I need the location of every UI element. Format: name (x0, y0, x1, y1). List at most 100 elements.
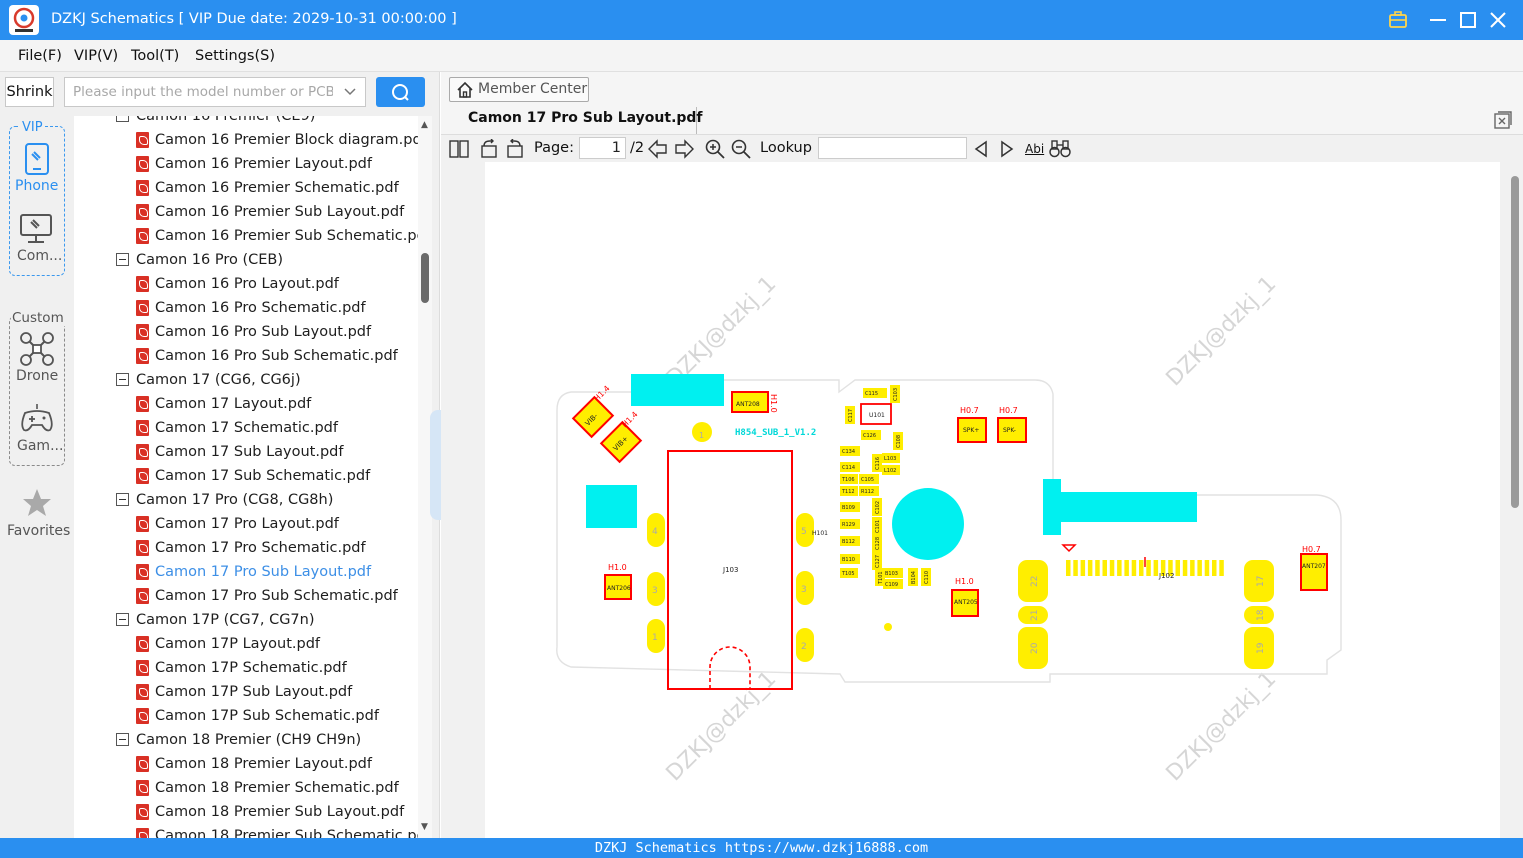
viewer-scroll-thumb[interactable] (1511, 176, 1519, 508)
document-tab[interactable]: Camon 17 Pro Sub Layout.pdf (451, 107, 703, 134)
component-label: C105 (861, 477, 874, 483)
match-case-icon[interactable]: Abi (1025, 142, 1044, 156)
page-total: /2 (630, 140, 645, 156)
phone-icon[interactable] (23, 142, 51, 176)
close-tab-icon[interactable] (1494, 111, 1512, 129)
pdf-file-icon (136, 660, 149, 676)
computer-icon[interactable] (19, 213, 53, 245)
gamepad-icon[interactable] (19, 403, 55, 435)
collapse-toggle-icon[interactable] (116, 733, 129, 746)
spk-plus-label: SPK+ (963, 427, 979, 434)
close-button[interactable] (1486, 8, 1510, 32)
collapse-toggle-icon[interactable] (116, 253, 129, 266)
fpc-pin (1219, 560, 1224, 576)
drone-icon[interactable] (19, 331, 55, 367)
pdf-file-icon (136, 204, 149, 220)
tree-item-label: Camon 17 Pro Sub Schematic.pdf (155, 588, 398, 604)
briefcase-icon[interactable] (1386, 8, 1410, 32)
tree-item-label: Camon 17 Pro Layout.pdf (155, 516, 339, 532)
collapse-toggle-icon[interactable] (116, 373, 129, 386)
pdf-page: DZKJ@dzkj_1 DZKJ@dzkj_1 DZKJ@dzkj_1 DZKJ… (485, 162, 1500, 838)
minimize-button[interactable] (1426, 8, 1450, 32)
search-button[interactable] (376, 77, 425, 107)
tree-scroll-thumb[interactable] (421, 253, 429, 303)
lookup-input[interactable] (818, 137, 967, 159)
fpc-pin (1212, 560, 1217, 576)
rail-favorites[interactable]: Favorites (7, 523, 70, 539)
next-page-icon[interactable] (674, 139, 694, 159)
menu-vip[interactable]: VIP(V) (74, 48, 118, 64)
tree-item-label: Camon 17 Layout.pdf (155, 396, 312, 412)
component-label: R112 (861, 489, 874, 495)
custom-label: Custom (11, 310, 65, 326)
tree-item-label: Camon 17 Pro Sub Layout.pdf (155, 564, 372, 580)
component-label: C114 (842, 465, 855, 471)
maximize-button[interactable] (1456, 8, 1480, 32)
rail-computer[interactable]: Com... (17, 248, 62, 264)
page-number-input[interactable]: 1 (579, 137, 626, 159)
ant207-label: ANT207 (1302, 563, 1326, 570)
menu-file[interactable]: File(F) (18, 48, 62, 64)
tree-item-label: Camon 16 Premier Sub Schematic.pdf (155, 228, 418, 244)
scroll-up-icon[interactable]: ▲ (421, 120, 428, 130)
pdf-file-icon (136, 132, 149, 148)
find-next-icon[interactable] (998, 139, 1016, 159)
pads-right-pad-label: 5 (801, 527, 807, 537)
pdf-file-icon (136, 564, 149, 580)
zoom-in-icon[interactable] (705, 139, 725, 159)
member-center-button[interactable]: Member Center (449, 77, 589, 102)
pdf-file-icon (136, 636, 149, 652)
two-page-icon[interactable] (449, 139, 469, 159)
rail-game[interactable]: Gam... (17, 438, 63, 454)
tree-item-label: Camon 17 Sub Layout.pdf (155, 444, 344, 460)
component-label: B110 (842, 557, 855, 563)
rail-drone[interactable]: Drone (16, 368, 58, 384)
scroll-down-icon[interactable]: ▼ (421, 822, 428, 832)
pdf-file-icon (136, 516, 149, 532)
zoom-out-icon[interactable] (731, 139, 751, 159)
connector-j103-label: J103 (722, 566, 738, 574)
viewer-scrollbar[interactable] (1507, 162, 1523, 838)
rail-phone[interactable]: Phone (15, 178, 58, 194)
collapse-toggle-icon[interactable] (116, 493, 129, 506)
watermark: DZKJ@dzkj_1 (662, 272, 782, 392)
chevron-down-icon[interactable] (343, 85, 357, 99)
pdf-file-icon (136, 300, 149, 316)
h10-label: H1.0 (608, 563, 627, 572)
watermark: DZKJ@dzkj_1 (1162, 272, 1282, 392)
fpc-marker (1061, 544, 1077, 553)
h07-label: H0.7 (960, 406, 979, 415)
test-pad-1-label: 1 (699, 431, 704, 440)
tree-item-label: Camon 18 Premier Schematic.pdf (155, 780, 399, 796)
rotate-left-icon[interactable] (479, 139, 499, 159)
title-bar: DZKJ Schematics [ VIP Due date: 2029-10-… (0, 0, 1523, 40)
model-search[interactable] (64, 77, 366, 107)
prev-page-icon[interactable] (648, 139, 668, 159)
find-previous-icon[interactable] (972, 139, 990, 159)
shield-left (586, 485, 637, 528)
h14-label: H1.4 (620, 410, 640, 430)
star-icon[interactable] (22, 488, 52, 518)
fpc-pin (1204, 560, 1210, 576)
pdf-file-icon (136, 228, 149, 244)
shrink-button[interactable]: Shrink (5, 77, 54, 107)
binoculars-icon[interactable] (1049, 139, 1071, 159)
viewer-pane: Member Center Camon 17 Pro Sub Layout.pd… (441, 72, 1523, 838)
menu-tool[interactable]: Tool(T) (131, 48, 179, 64)
search-input[interactable] (73, 82, 333, 102)
pdf-file-icon (136, 324, 149, 340)
left-pane: Shrink VIP Phone Com... Custom (0, 72, 442, 838)
pdf-file-icon (136, 396, 149, 412)
h14-label: H1.4 (592, 384, 612, 404)
tree-item-label: Camon 16 Pro Sub Schematic.pdf (155, 348, 398, 364)
fpc-pin (1109, 560, 1115, 576)
tree-item-label: Camon 16 Premier Sub Layout.pdf (155, 204, 405, 220)
rotate-right-icon[interactable] (505, 139, 525, 159)
collapse-toggle-icon[interactable] (116, 116, 129, 122)
pdf-viewer[interactable]: DZKJ@dzkj_1 DZKJ@dzkj_1 DZKJ@dzkj_1 DZKJ… (441, 162, 1523, 838)
collapse-toggle-icon[interactable] (116, 613, 129, 626)
component-label: L103 (884, 456, 896, 462)
menu-settings[interactable]: Settings(S) (195, 48, 275, 64)
connector-j102-label: J102 (1158, 572, 1174, 580)
pcb-layout: DZKJ@dzkj_1 DZKJ@dzkj_1 DZKJ@dzkj_1 DZKJ… (556, 272, 1342, 786)
